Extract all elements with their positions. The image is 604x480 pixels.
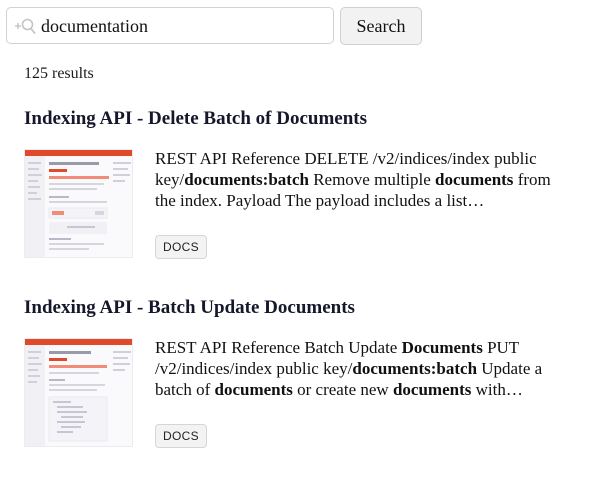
result-tag: DOCS [155,424,207,448]
search-bar: Search [6,6,426,46]
search-input[interactable] [41,14,329,38]
result-thumbnail[interactable] [24,338,133,447]
search-icon [15,18,36,34]
snippet-highlight: documents [435,170,514,189]
result-title-link[interactable]: Indexing API - Delete Batch of Documents [24,108,584,130]
search-field[interactable] [6,7,334,44]
snippet-text: with… [471,380,523,399]
snippet-highlight: documents:batch [184,170,309,189]
snippet-text: Remove multiple [308,170,436,189]
result-tag: DOCS [155,235,207,259]
snippet-highlight: documents:batch [352,359,478,378]
result-thumbnail[interactable] [24,149,133,258]
search-button[interactable]: Search [340,7,422,45]
snippet-text: REST API Reference Batch Update [155,338,402,357]
result-title-link[interactable]: Indexing API - Batch Update Documents [24,297,584,319]
search-result: Indexing API - Batch Update Documents RE… [24,297,584,448]
page-preview-image [25,150,132,257]
result-snippet: REST API Reference DELETE /v2/indices/in… [155,148,573,211]
snippet-highlight: documents [392,380,472,399]
snippet-highlight: Documents [401,338,483,357]
snippet-text: or create new [292,380,393,399]
result-snippet: REST API Reference Batch Update Document… [155,337,573,400]
page-preview-image [25,339,132,446]
results-count: 125 results [24,65,94,82]
search-result: Indexing API - Delete Batch of Documents [24,108,584,259]
snippet-highlight: documents [214,380,293,399]
